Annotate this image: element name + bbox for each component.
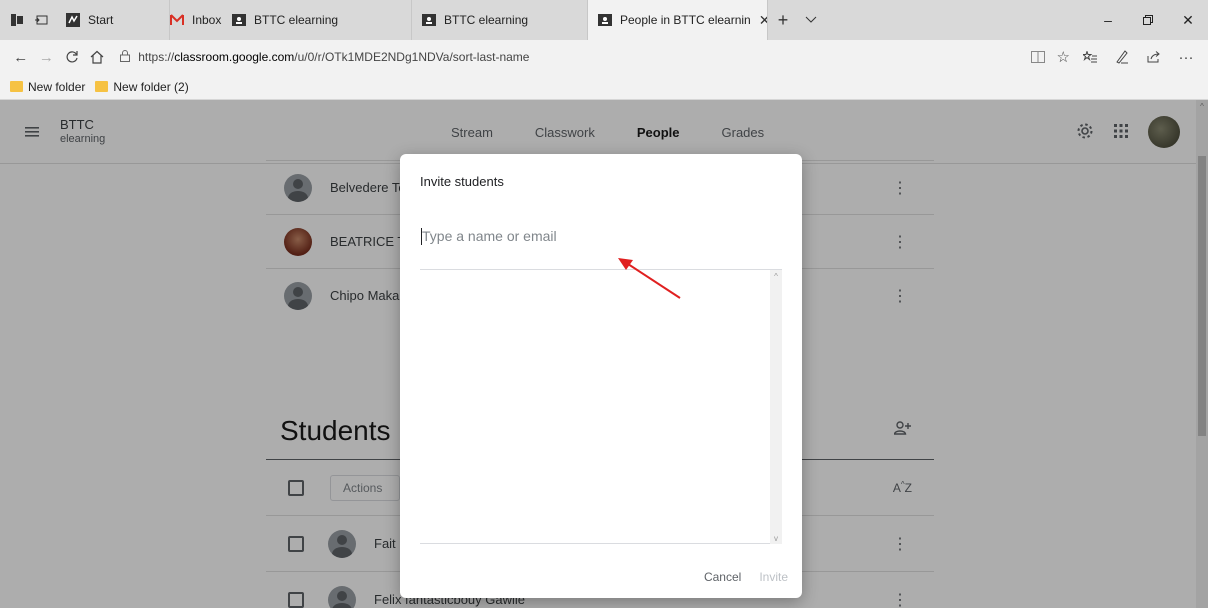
gmail-icon — [170, 13, 184, 27]
favorites-bar: New folder New folder (2) — [0, 74, 1208, 100]
forward-arrow-icon[interactable]: → — [34, 43, 60, 71]
invite-input-container — [420, 224, 782, 270]
lock-icon — [120, 49, 131, 65]
back-arrow-icon[interactable]: ← — [8, 43, 34, 71]
suggestions-scrollbar[interactable]: ^ v — [770, 270, 782, 544]
classroom-icon — [232, 13, 246, 27]
favorite-folder-1[interactable]: New folder — [10, 80, 85, 94]
share-icon[interactable] — [1140, 43, 1168, 71]
url-prefix: https:// — [138, 50, 175, 64]
folder-label: New folder — [28, 79, 86, 94]
tab-bttc-1[interactable]: BTTC elearning — [222, 0, 412, 40]
folder-icon — [10, 81, 23, 92]
tab-label: BTTC elearning — [444, 13, 529, 27]
home-icon[interactable] — [85, 43, 111, 71]
more-options-icon[interactable]: ··· — [1172, 43, 1200, 71]
dialog-buttons: Cancel Invite — [704, 570, 788, 584]
refresh-icon[interactable] — [59, 43, 85, 71]
folder-label: New folder (2) — [113, 79, 189, 94]
window-controls: – ✕ — [1088, 0, 1208, 40]
tab-inbox[interactable]: Inbox (185) - tnkuchidza@g — [70, 0, 222, 40]
favorite-folder-2[interactable]: New folder (2) — [95, 79, 189, 94]
address-bar: ← → https://classroom.google.com/u/0/r/O… — [0, 40, 1208, 74]
tab-bar-left-icons — [0, 0, 56, 40]
tab-set-aside-icon[interactable] — [10, 13, 24, 27]
tab-preview-chevron-icon[interactable] — [798, 0, 824, 40]
reading-view-icon[interactable] — [1025, 43, 1051, 71]
dialog-title: Invite students — [420, 174, 504, 189]
close-window-icon[interactable]: ✕ — [1168, 0, 1208, 40]
url-field[interactable]: https://classroom.google.com/u/0/r/OTk1M… — [120, 45, 905, 69]
tab-bttc-2[interactable]: BTTC elearning — [412, 0, 588, 40]
tab-label: BTTC elearning — [254, 13, 339, 27]
browser-tab-bar: Start Inbox (185) - tnkuchidza@g BTTC el… — [0, 0, 1208, 40]
scroll-down-arrow-icon[interactable]: v — [770, 532, 782, 544]
pen-notes-icon[interactable] — [1108, 43, 1136, 71]
tab-people-active[interactable]: People in BTTC elearnin ✕ — [588, 0, 768, 40]
close-tab-icon[interactable]: ✕ — [759, 12, 767, 29]
favorites-hub-icon[interactable] — [1076, 43, 1104, 71]
toolbar-right: ··· — [1076, 43, 1200, 71]
classroom-icon — [598, 13, 612, 27]
name-or-email-input[interactable] — [420, 224, 782, 248]
url-domain: classroom.google.com — [174, 50, 295, 64]
invite-button[interactable]: Invite — [759, 570, 788, 584]
url-path: /u/0/r/OTk1MDE2NDg1NDVa/sort-last-name — [294, 50, 530, 64]
cancel-button[interactable]: Cancel — [704, 570, 741, 584]
invite-suggestions-list: ^ v — [420, 270, 782, 544]
classroom-icon — [422, 13, 436, 27]
tab-label: People in BTTC elearnin — [620, 13, 751, 27]
text-caret — [421, 228, 422, 245]
tabs-aside-icon[interactable] — [34, 13, 48, 27]
tab-label: Inbox (185) - tnkuchidza@g — [192, 13, 222, 27]
minimize-icon[interactable]: – — [1088, 0, 1128, 40]
restore-icon[interactable] — [1128, 0, 1168, 40]
new-tab-button[interactable]: + — [768, 0, 798, 40]
invite-students-dialog: Invite students ^ v Cancel Invite — [400, 154, 802, 598]
folder-icon — [95, 81, 109, 92]
favorite-star-icon[interactable]: ☆ — [1050, 43, 1076, 71]
scroll-up-arrow-icon[interactable]: ^ — [770, 270, 782, 282]
